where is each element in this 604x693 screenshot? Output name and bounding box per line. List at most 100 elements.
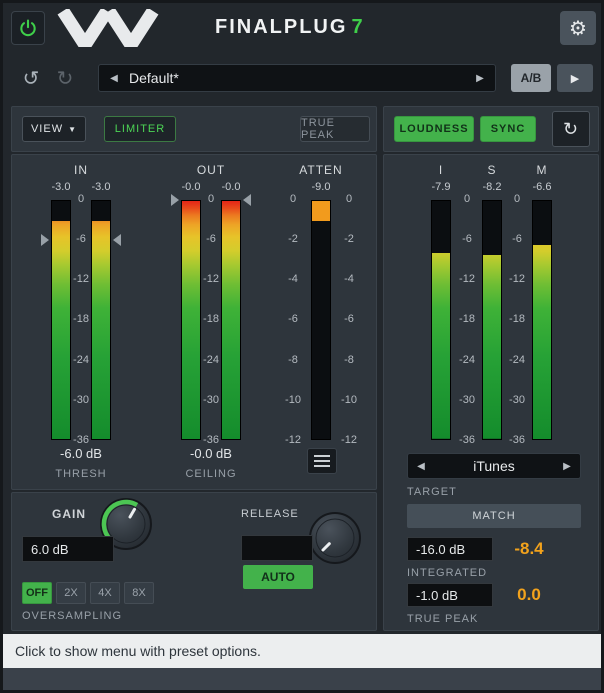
atten-meter-value: -9.0 <box>301 181 341 193</box>
loudness-button[interactable]: LOUDNESS <box>394 116 474 142</box>
status-text: Click to show menu with preset options. <box>15 643 261 659</box>
integrated-meter <box>431 200 451 440</box>
out-meter-right-fill <box>222 201 240 439</box>
release-value-field[interactable] <box>241 535 313 561</box>
momentary-meter-label: M <box>522 163 562 177</box>
prev-preset-icon[interactable]: ◀ <box>99 73 129 84</box>
scale-label: -24 <box>509 355 525 366</box>
loudness-scale-2: 0-6-12-18-24-30-36 <box>506 194 528 446</box>
preset-selector[interactable]: ◀ Default* ▶ <box>98 64 496 92</box>
oversampling-label: OVERSAMPLING <box>22 610 122 622</box>
view-button[interactable]: VIEW ▼ <box>22 116 86 142</box>
integrated-target-field[interactable]: -16.0 dB <box>407 537 493 561</box>
target-prev-icon[interactable]: ◀ <box>408 461 434 472</box>
ceiling-marker-left[interactable] <box>171 194 179 206</box>
undo-icon: ↺ <box>23 66 40 91</box>
ceiling-label: CEILING <box>171 468 251 480</box>
redo-button[interactable]: ↻ <box>49 62 81 94</box>
true-peak-button[interactable]: TRUE PEAK <box>300 116 370 142</box>
limiter-meters-panel: IN -3.0 -3.0 0-6-12-18-24-30-36 -6.0 dB … <box>11 154 377 490</box>
status-bar: Click to show menu with preset options. <box>3 634 601 668</box>
oversampling-2x-button[interactable]: 2X <box>56 582 86 604</box>
loudness-panel: I S M -7.9 -8.2 -6.6 0-6-12-18-24-30-36 … <box>383 154 599 631</box>
loudness-reset-button[interactable]: ↻ <box>552 111 590 147</box>
gain-value-field[interactable]: 6.0 dB <box>22 536 114 562</box>
shortterm-meter-value: -8.2 <box>472 181 512 193</box>
release-label: RELEASE <box>241 508 299 520</box>
true-peak-target-field[interactable]: -1.0 dB <box>407 583 493 607</box>
true-peak-label: TRUE PEAK <box>407 613 478 625</box>
thresh-marker-right[interactable] <box>113 234 121 246</box>
out-meter-right <box>221 200 241 440</box>
target-label: TARGET <box>407 486 457 498</box>
scale-label: -24 <box>203 355 219 366</box>
power-icon <box>18 18 38 38</box>
match-button[interactable]: MATCH <box>407 504 581 528</box>
scale-label: -36 <box>509 435 525 446</box>
atten-scale-left: 0-2-4-6-8-10-12 <box>281 194 305 446</box>
in-meter-left-fill <box>52 221 70 439</box>
sync-label: SYNC <box>491 123 526 135</box>
scale-label: -6 <box>462 234 472 245</box>
integrated-label: INTEGRATED <box>407 567 487 579</box>
ab-label: A/B <box>521 71 542 85</box>
scale-label: 0 <box>208 194 214 205</box>
preset-play-button[interactable]: ▶ <box>557 64 593 92</box>
ceiling-marker-right[interactable] <box>243 194 251 206</box>
redo-icon: ↻ <box>57 66 74 91</box>
auto-release-button[interactable]: AUTO <box>243 565 313 589</box>
target-selector[interactable]: ◀ iTunes ▶ <box>407 453 581 479</box>
left-toolbar-panel: VIEW ▼ LIMITER TRUE PEAK <box>11 106 377 152</box>
thresh-marker-left[interactable] <box>41 234 49 246</box>
undo-button[interactable]: ↺ <box>15 62 47 94</box>
scale-label: -4 <box>344 274 354 285</box>
scale-label: -36 <box>73 435 89 446</box>
target-next-icon[interactable]: ▶ <box>554 461 580 472</box>
atten-meter <box>311 200 331 440</box>
sync-button[interactable]: SYNC <box>480 116 536 142</box>
right-toolbar-panel: LOUDNESS SYNC ↻ <box>383 106 599 152</box>
loudness-scale-1: 0-6-12-18-24-30-36 <box>456 194 478 446</box>
play-icon: ▶ <box>571 72 579 85</box>
ceiling-readout: -0.0 dB <box>171 446 251 461</box>
shortterm-meter-label: S <box>472 163 512 177</box>
next-preset-icon[interactable]: ▶ <box>465 73 495 84</box>
scale-label: -36 <box>459 435 475 446</box>
ab-compare-button[interactable]: A/B <box>511 64 551 92</box>
true-peak-label: TRUE PEAK <box>301 117 369 141</box>
scale-label: -10 <box>285 395 301 406</box>
integrated-readout: -8.4 <box>494 539 564 559</box>
gain-label: GAIN <box>52 507 86 521</box>
release-knob[interactable] <box>307 510 363 566</box>
wave-arts-logo <box>57 9 177 47</box>
scale-label: -6 <box>344 314 354 325</box>
menu-icon <box>314 455 330 457</box>
out-meter-scale: 0-6-12-18-24-30-36 <box>201 194 221 446</box>
auto-label: AUTO <box>261 570 295 584</box>
meter-menu-button[interactable] <box>307 448 337 474</box>
atten-meter-label: ATTEN <box>291 163 351 177</box>
loudness-label: LOUDNESS <box>399 123 468 135</box>
app-title: FINALPLUG7 <box>215 16 365 39</box>
true-peak-readout: 0.0 <box>494 585 564 605</box>
scale-label: -18 <box>203 314 219 325</box>
scale-label: -6 <box>288 314 298 325</box>
settings-button[interactable]: ⚙ <box>560 11 596 45</box>
menu-icon-line <box>314 460 330 462</box>
atten-meter-fill <box>312 201 330 221</box>
scale-label: -18 <box>73 314 89 325</box>
oversampling-off-button[interactable]: OFF <box>22 582 52 604</box>
scale-label: -30 <box>509 395 525 406</box>
limiter-button[interactable]: LIMITER <box>104 116 176 142</box>
oversampling-4x-button[interactable]: 4X <box>90 582 120 604</box>
oversampling-8x-button[interactable]: 8X <box>124 582 154 604</box>
scale-label: -12 <box>73 274 89 285</box>
scale-label: -30 <box>73 395 89 406</box>
momentary-meter <box>532 200 552 440</box>
scale-label: -10 <box>341 395 357 406</box>
scale-label: -12 <box>285 435 301 446</box>
in-meter-left <box>51 200 71 440</box>
scale-label: 0 <box>346 194 352 205</box>
power-button[interactable] <box>11 11 45 45</box>
scale-label: -8 <box>288 355 298 366</box>
